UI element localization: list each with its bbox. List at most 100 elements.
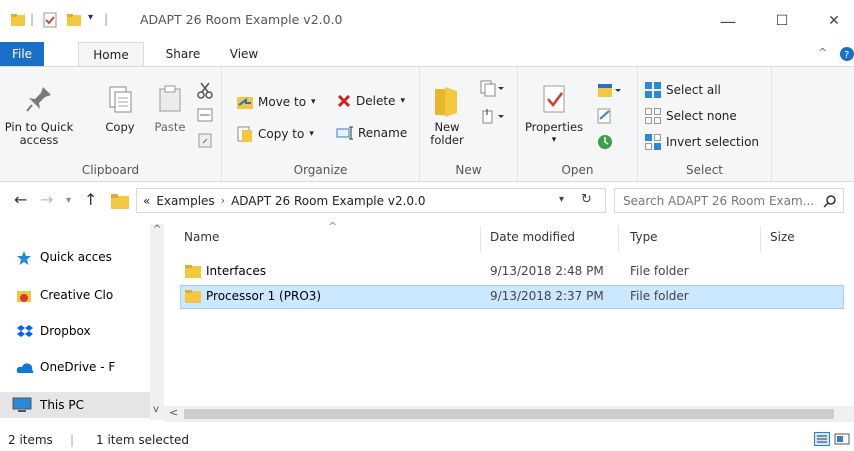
dropbox-icon <box>17 325 33 337</box>
close-button[interactable]: ✕ <box>814 8 854 34</box>
open-icon[interactable] <box>596 81 622 101</box>
nav-item-onedrive[interactable]: OneDrive - F <box>0 354 152 380</box>
scroll-up-icon[interactable]: ^ <box>153 224 161 235</box>
minimize-button[interactable]: — <box>708 8 748 34</box>
collapse-ribbon-icon[interactable]: ^ <box>818 46 827 59</box>
tab-file[interactable]: File <box>0 42 44 66</box>
details-view-icon[interactable] <box>814 432 830 446</box>
new-folder-button[interactable]: New folder <box>424 83 470 147</box>
chevron-down-icon: ▾ <box>551 135 557 145</box>
table-row[interactable]: Interfaces 9/13/2018 2:48 PM File folder <box>180 260 844 284</box>
properties-check-icon[interactable] <box>42 12 58 28</box>
pin-to-quick-access-button[interactable]: Pin to Quick access <box>2 83 76 147</box>
tab-share[interactable]: Share <box>156 42 210 66</box>
help-icon[interactable]: ? <box>838 46 854 62</box>
delete-button[interactable]: Delete ▾ <box>336 93 405 109</box>
table-row[interactable]: Processor 1 (PRO3) 9/13/2018 2:37 PM Fil… <box>180 285 844 309</box>
folder-icon <box>185 290 201 303</box>
scrollbar-thumb[interactable] <box>184 409 834 419</box>
star-icon <box>17 251 31 265</box>
easy-access-icon[interactable] <box>478 107 504 127</box>
scroll-down-icon[interactable]: v <box>153 404 159 415</box>
column-header-size[interactable]: Size <box>770 230 795 244</box>
copy-icon <box>109 86 132 113</box>
search-icon[interactable] <box>823 194 837 208</box>
select-all-button[interactable]: Select all <box>644 81 721 99</box>
column-header-date[interactable]: Date modified <box>490 230 575 244</box>
rename-button[interactable]: Rename <box>336 125 407 141</box>
nav-item-creative-cloud[interactable]: Creative Clo <box>0 282 152 308</box>
new-group-label: New <box>455 163 482 177</box>
copy-to-button[interactable]: Copy to ▾ <box>236 125 314 143</box>
tab-view[interactable]: View <box>222 42 266 66</box>
breadcrumb-current[interactable]: ADAPT 26 Room Example v2.0.0 <box>231 194 425 208</box>
chevron-down-icon: ▾ <box>311 97 316 107</box>
file-list-scrollbar[interactable]: < <box>164 406 854 422</box>
folder-icon <box>11 14 25 26</box>
rename-icon <box>336 126 353 140</box>
open-group-label: Open <box>561 163 594 177</box>
chevron-down-icon: ▾ <box>309 129 314 139</box>
column-divider[interactable] <box>618 226 619 252</box>
breadcrumb-overflow[interactable]: « <box>143 194 150 208</box>
move-to-button[interactable]: Move to ▾ <box>236 93 316 111</box>
up-arrow-icon[interactable]: ↑ <box>84 190 97 209</box>
separator: | <box>30 12 35 26</box>
column-divider[interactable] <box>480 226 481 252</box>
new-item-icon[interactable] <box>478 79 504 99</box>
tab-home[interactable]: Home <box>78 42 144 66</box>
select-group: Select all Select none Invert selection … <box>638 67 772 181</box>
window-title: ADAPT 26 Room Example v2.0.0 <box>140 12 343 27</box>
nav-pane-scrollbar[interactable]: ^ v <box>150 224 164 420</box>
separator: | <box>104 12 109 26</box>
folder-icon <box>185 265 201 278</box>
paste-shortcut-icon[interactable] <box>196 131 214 149</box>
breadcrumb-examples[interactable]: Examples <box>156 194 214 208</box>
address-bar[interactable]: « Examples › ADAPT 26 Room Example v2.0.… <box>136 188 606 213</box>
delete-x-icon <box>337 94 351 108</box>
file-date: 9/13/2018 2:37 PM <box>490 289 604 303</box>
customize-quick-access-icon[interactable]: ▾ <box>88 12 93 23</box>
column-header-name[interactable]: Name <box>184 230 219 244</box>
new-folder-quick-icon[interactable] <box>66 12 82 28</box>
copy-to-icon <box>237 126 252 142</box>
ribbon: Pin to Quick access Copy Paste Clipboard… <box>0 66 854 182</box>
search-input[interactable]: Search ADAPT 26 Room Exam... <box>614 188 844 213</box>
paste-button[interactable]: Paste <box>148 83 192 134</box>
column-divider[interactable] <box>760 226 761 252</box>
column-header-type[interactable]: Type <box>630 230 658 244</box>
new-folder-icon <box>435 87 457 117</box>
open-group: Properties ▾ Open <box>518 67 638 181</box>
maximize-button[interactable]: ☐ <box>762 8 802 34</box>
cut-icon[interactable] <box>196 81 214 99</box>
invert-selection-button[interactable]: Invert selection <box>644 133 759 151</box>
copy-path-icon[interactable] <box>196 107 214 123</box>
forward-arrow-icon[interactable]: → <box>40 190 53 209</box>
separator: | <box>70 432 75 447</box>
refresh-icon[interactable]: ↻ <box>581 192 592 207</box>
history-icon[interactable] <box>596 133 614 151</box>
large-icons-view-icon[interactable] <box>834 432 850 446</box>
edit-icon[interactable] <box>596 107 614 125</box>
back-arrow-icon[interactable]: ← <box>14 190 27 209</box>
file-date: 9/13/2018 2:48 PM <box>490 264 604 278</box>
select-all-icon <box>645 82 661 98</box>
address-dropdown-icon[interactable]: ▾ <box>559 194 564 205</box>
select-group-label: Select <box>685 163 724 177</box>
select-none-icon <box>645 108 661 124</box>
file-type: File folder <box>630 289 689 303</box>
onedrive-icon <box>16 363 34 373</box>
nav-item-quick-access[interactable]: Quick acces <box>0 244 152 270</box>
clipboard-group-label: Clipboard <box>81 163 140 177</box>
properties-button[interactable]: Properties ▾ <box>522 83 586 147</box>
organize-group-label: Organize <box>293 163 348 177</box>
status-bar: 2 items | 1 item selected <box>0 428 854 451</box>
select-none-button[interactable]: Select none <box>644 107 737 125</box>
pin-icon <box>26 87 51 112</box>
new-group: New folder New <box>420 67 518 181</box>
nav-item-dropbox[interactable]: Dropbox <box>0 318 152 344</box>
recent-locations-icon[interactable]: ▾ <box>66 195 71 206</box>
nav-item-this-pc[interactable]: This PC <box>0 392 150 418</box>
scroll-left-icon[interactable]: < <box>169 406 178 419</box>
copy-button[interactable]: Copy <box>98 83 142 134</box>
